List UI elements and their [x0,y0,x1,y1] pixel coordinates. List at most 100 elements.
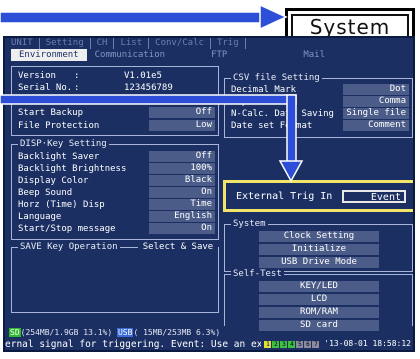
separator-row: Separator Comma [225,96,412,108]
version-row: Version : V1.01e5 [12,70,218,82]
save-key-panel: SAVE Key Operation Select & Save [11,241,219,313]
external-trig-label: External Trig In [236,191,333,202]
channel-6-indicator: 6 [304,341,312,348]
decimal-mark-value[interactable]: Dot [343,84,409,95]
version-label: Version [18,71,56,81]
backlight-brightness-label: Backlight Brightness [18,164,127,174]
usb-usage: ( 15MB/253MB 6.3%) [133,328,221,337]
version-sep: : [74,71,80,81]
file-protection-label: File Protection [18,121,100,131]
clock-text: '13-08-01 18:58:12 [324,339,411,348]
start-backup-label: Start Backup [18,108,84,118]
tab-list[interactable]: List [114,38,150,49]
date-format-row: Date set Format Comment [225,120,412,132]
tab-mail[interactable]: Mail [295,49,333,61]
system-panel-title: System [231,218,268,230]
channel-5-indicator: 5 [296,341,304,348]
start-stop-message-row: Start/Stop message On [12,223,218,235]
backlight-brightness-row: Backlight Brightness 100% [12,163,218,175]
sd-card-button[interactable]: SD card [259,320,379,331]
serial-label: Serial No. [18,83,73,93]
self-test-panel: Self-Test KEY/LED LCD ROM/RAM SD card [224,268,413,331]
disp-key-panel: DISP·Key Setting Backlight Saver Off Bac… [11,138,219,240]
serial-value: 123456789 [124,83,173,93]
csv-file-title: CSV file Setting [231,72,322,84]
csv-file-panel: CSV file Setting Decimal Mark Dot Separa… [224,72,413,138]
channel-7-indicator: 7 [312,341,320,348]
display-color-row: Display Color Black [12,175,218,187]
tab-unit[interactable]: UNIT [5,38,40,49]
self-test-title: Self-Test [231,268,284,280]
tab-ftp[interactable]: FTP [203,49,235,61]
version-value: V1.01e5 [124,71,162,81]
channel-3-indicator: 3 [280,341,288,348]
backlight-saver-row: Backlight Saver Off [12,151,218,163]
serial-sep: : [74,83,80,93]
language-label: Language [18,212,62,222]
serial-row: Serial No. : 123456789 [12,82,218,94]
rom-ram-button[interactable]: ROM/RAM [259,307,379,318]
tab-communication[interactable]: Communication [87,49,173,61]
decimal-mark-label: Decimal Mark [231,85,297,95]
channel-4-indicator: 4 [288,341,296,348]
channel-1-indicator: 1 [264,341,272,348]
sd-badge: SD [9,328,21,337]
external-trig-highlight: External Trig In Event [223,180,413,212]
tab-environment[interactable]: Environment [11,49,87,61]
channel-2-indicator: 2 [272,341,280,348]
backlight-saver-label: Backlight Saver [18,152,100,162]
tab-conv-calc[interactable]: Conv/Calc [149,38,211,49]
beep-sound-label: Beep Sound [18,188,73,198]
operation-setting-title: Operation Setting [18,95,111,105]
display-color-value[interactable]: Black [149,175,215,186]
initialize-button[interactable]: Initialize [259,244,379,255]
separator-label: Separator [231,97,280,107]
usb-drive-mode-button[interactable]: USB Drive Mode [259,257,379,268]
clock-setting-button[interactable]: Clock Setting [259,231,379,242]
save-key-value[interactable]: Select & Save [138,242,218,253]
top-tab-bar: UNIT Setting CH List Conv/Calc Trig [5,38,413,49]
ncalc-saving-value[interactable]: Single file [343,108,409,119]
start-stop-message-value[interactable]: On [149,223,215,234]
start-backup-row: Start Backup Off [12,107,218,119]
sub-tab-bar: Environment Communication FTP Mail [11,49,333,61]
system-panel: System Clock Setting Initialize USB Driv… [224,218,413,272]
usb-badge: USB [116,328,134,337]
arrow-right-icon [0,3,288,31]
horz-time-disp-label: Horz (Time) Disp [18,200,105,210]
horz-time-disp-row: Horz (Time) Disp Time [12,199,218,211]
save-key-title: SAVE Key Operation [18,241,120,253]
ncalc-saving-label: N-Calc. Data Saving [231,109,334,119]
start-stop-message-label: Start/Stop message [18,224,116,234]
operation-setting-row: Operation Setting [12,94,218,106]
help-message-text: ernal signal for triggering. Event: Use … [5,339,291,350]
lcd-button[interactable]: LCD [259,294,379,305]
storage-status: SD(254MB/1.9GB 13.1%) USB( 15MB/253MB 6.… [9,328,220,337]
ncalc-saving-row: N-Calc. Data Saving Single file [225,108,412,120]
tab-trig[interactable]: Trig [211,38,246,49]
status-clock: 1234567 '13-08-01 18:58:12 [261,339,411,348]
file-protection-row: File Protection Low [12,120,218,132]
decimal-mark-row: Decimal Mark Dot [225,84,412,96]
tab-ch[interactable]: CH [91,38,115,49]
backlight-saver-value[interactable]: Off [149,151,215,162]
file-protection-value[interactable]: Low [149,120,215,131]
horz-time-disp-value[interactable]: Time [149,199,215,210]
external-trig-value[interactable]: Event [342,190,406,203]
date-format-value[interactable]: Comment [343,120,409,131]
date-format-label: Date set Format [231,121,313,131]
beep-sound-value[interactable]: On [149,187,215,198]
backlight-brightness-value[interactable]: 100% [149,163,215,174]
start-backup-value[interactable]: Off [149,107,215,118]
settings-screen: UNIT Setting CH List Conv/Calc Trig Envi… [3,36,415,352]
separator-value[interactable]: Comma [343,96,409,107]
sd-usage: (254MB/1.9GB 13.1%) [20,328,113,337]
key-led-button[interactable]: KEY/LED [259,281,379,292]
language-row: Language English [12,211,218,223]
display-color-label: Display Color [18,176,89,186]
disp-key-title: DISP·Key Setting [18,138,109,150]
tab-setting[interactable]: Setting [40,38,91,49]
info-panel: Version : V1.01e5 Serial No. : 123456789… [11,66,219,136]
beep-sound-row: Beep Sound On [12,187,218,199]
language-value[interactable]: English [149,211,215,222]
